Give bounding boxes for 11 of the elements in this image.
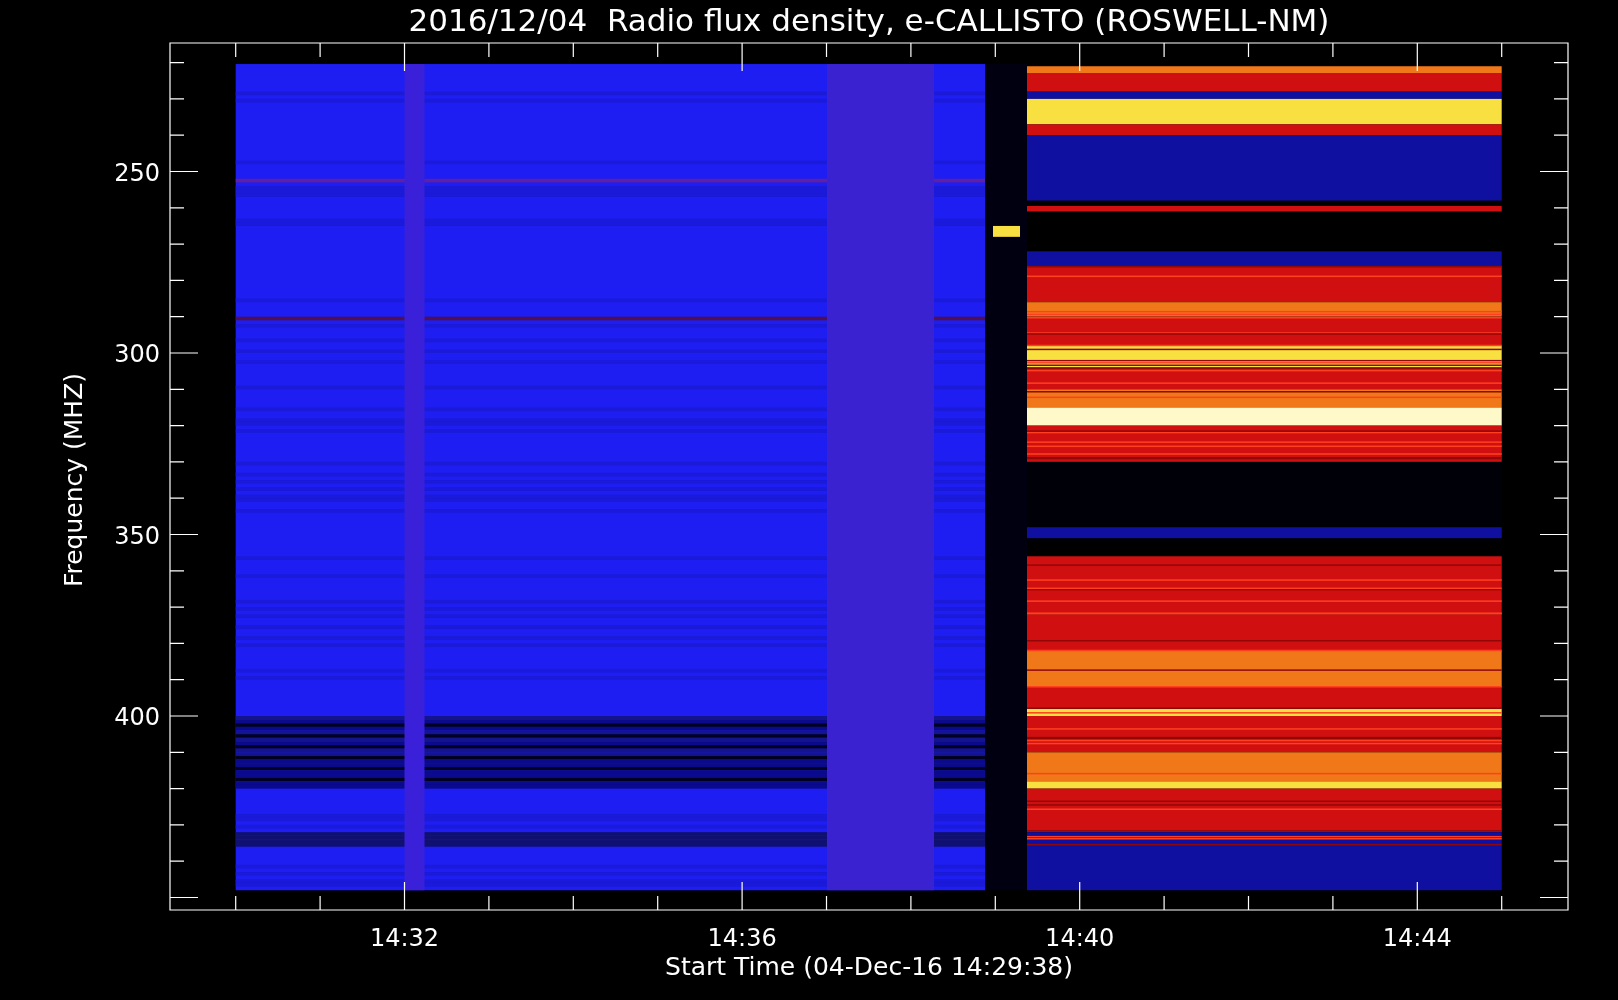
x-tick-label: 14:32 [369,924,440,952]
chart-title: 2016/12/04 Radio flux density, e-CALLISTO (ROSWELL-NM) [408,2,1330,38]
y-tick-label: 350 [114,521,160,550]
x-tick-label: 14:44 [1382,924,1452,952]
y-tick-label: 300 [114,340,160,368]
y-tick-label: 400 [114,703,160,731]
y-axis-label: Frequency (MHZ) [59,372,88,588]
x-tick-label: 14:36 [707,924,777,952]
x-tick-label: 14:40 [1045,924,1115,952]
x-axis-label: Start Time (04-Dec-16 14:29:38) [665,952,1073,981]
y-tick-label: 250 [114,158,160,187]
